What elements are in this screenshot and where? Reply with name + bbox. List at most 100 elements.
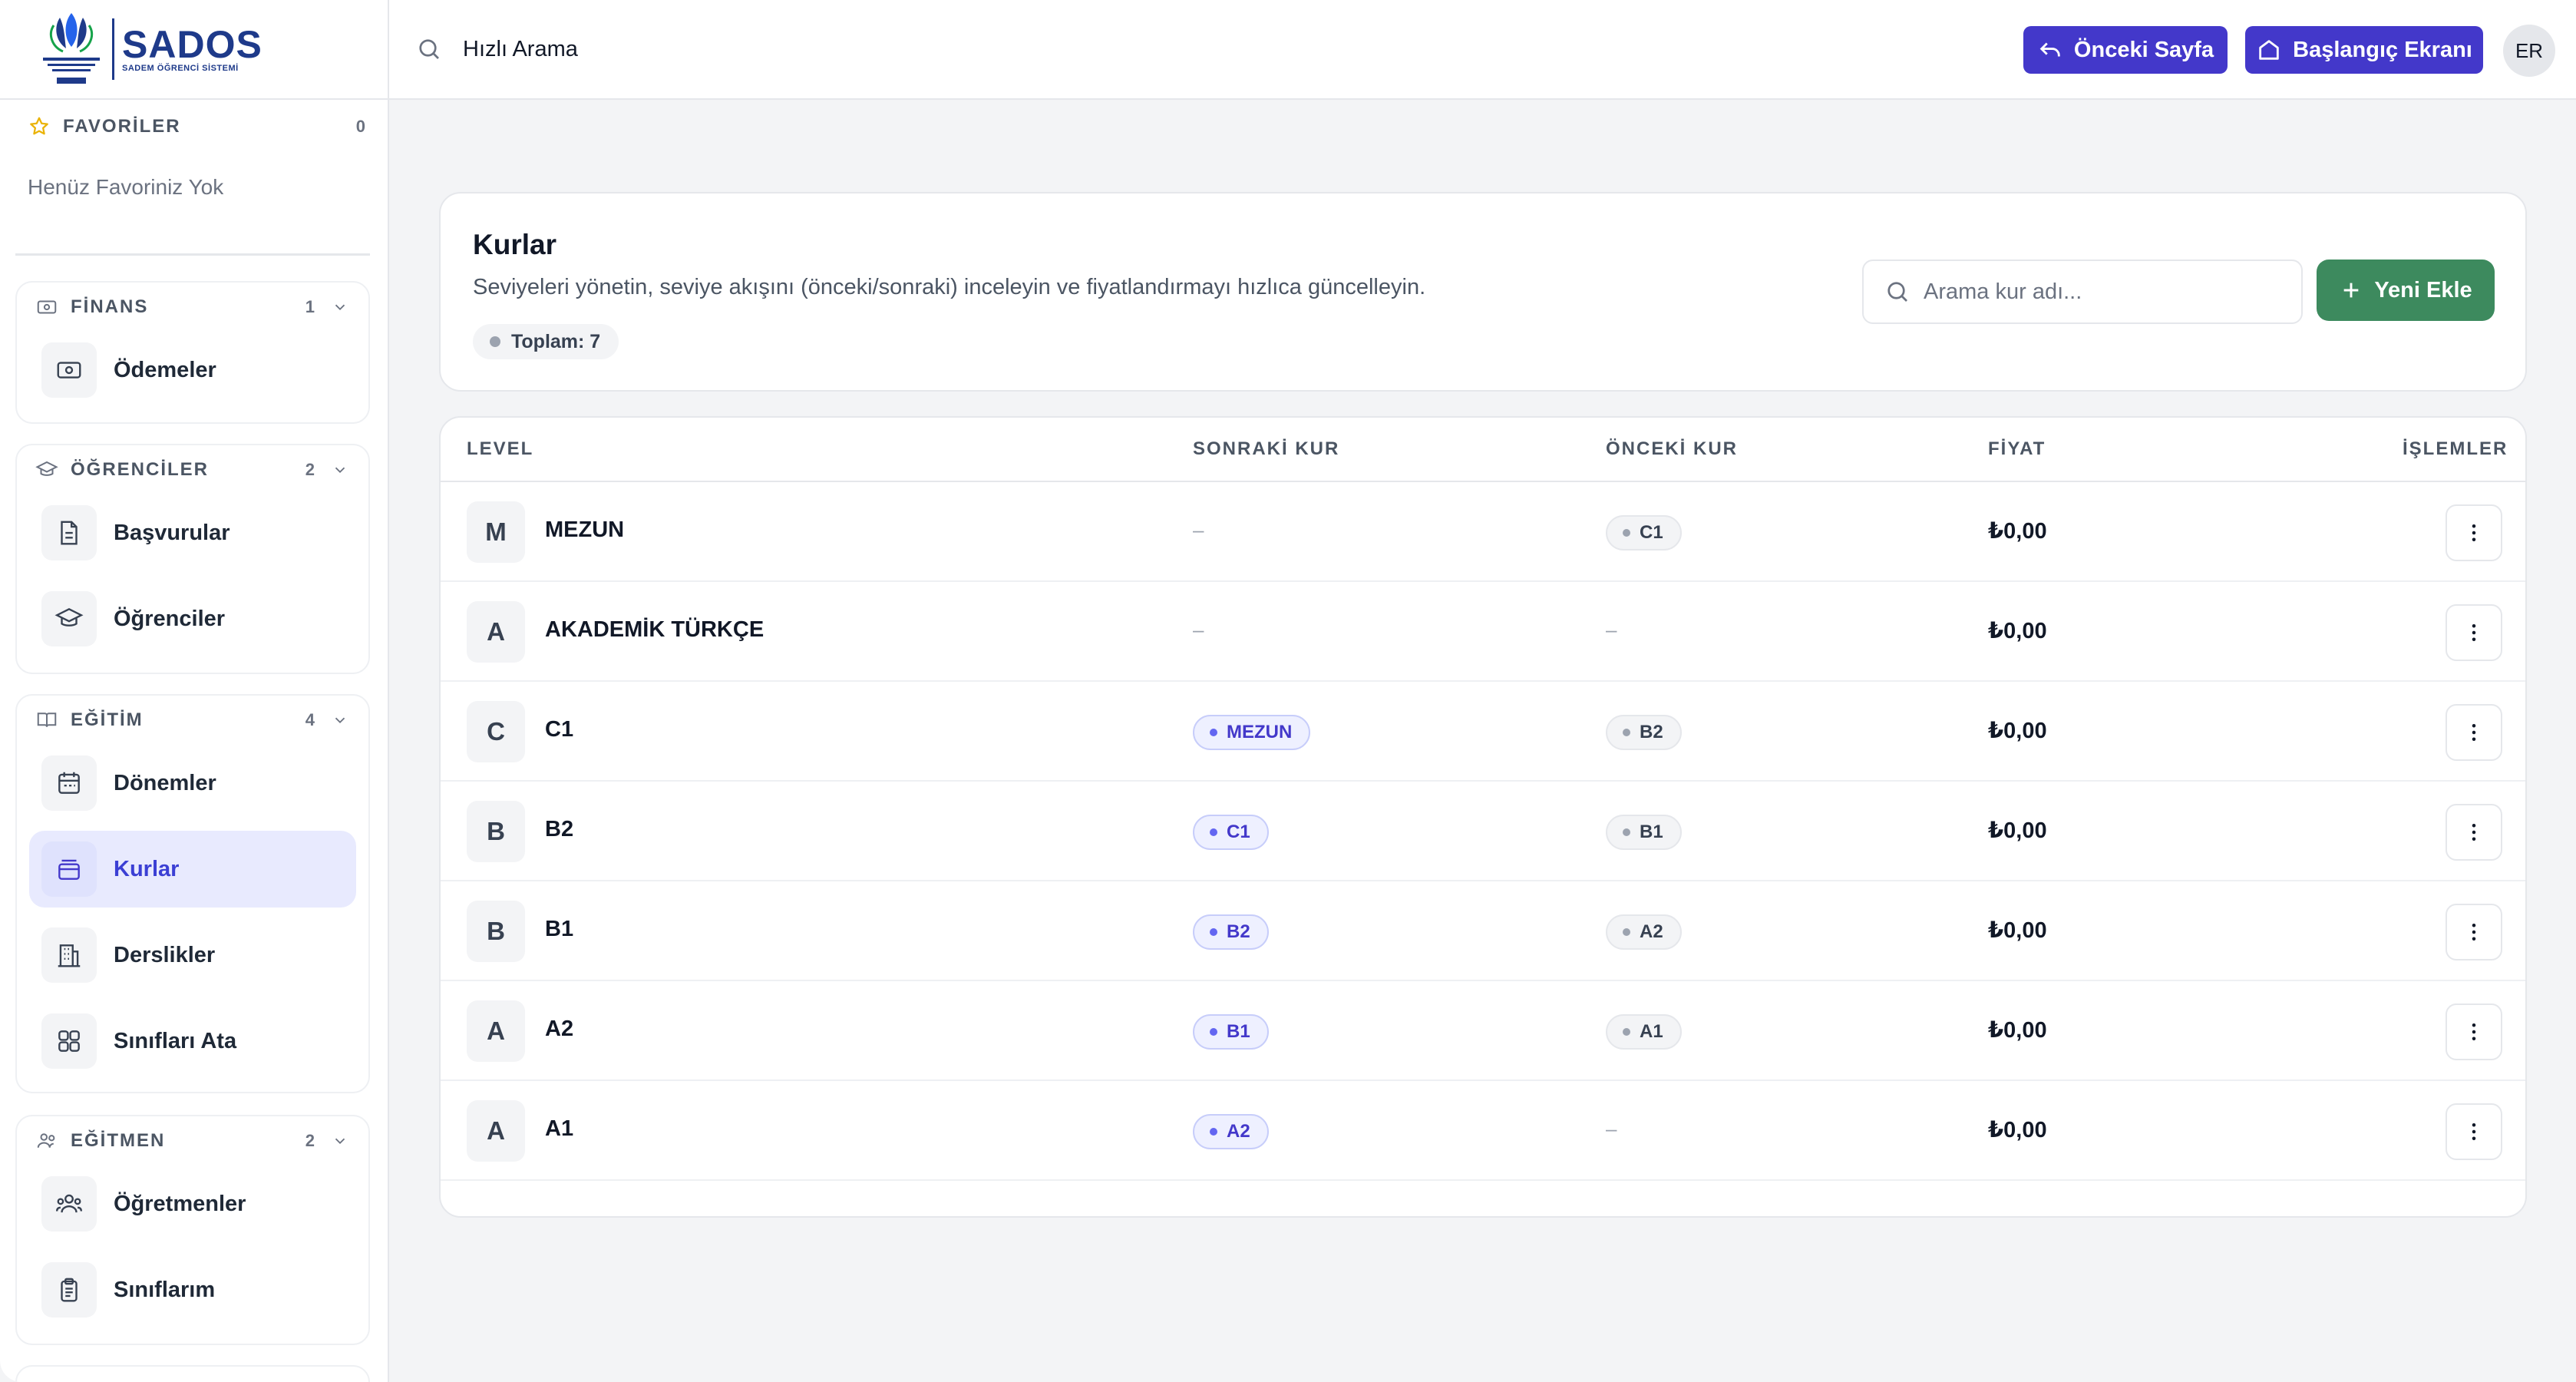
table-row[interactable]: C C1 MEZUN B2 ₺0,00 — [441, 682, 2525, 782]
sidebar-item-siniflari-ata[interactable]: Sınıfları Ata — [29, 1003, 356, 1079]
next-course-badge: MEZUN — [1193, 715, 1311, 750]
sidebar-item-odemeler[interactable]: Ödemeler — [29, 332, 356, 408]
grid-icon — [58, 1030, 80, 1052]
star-icon — [30, 117, 48, 135]
sidebar-item-ogretmenler[interactable]: Öğretmenler — [29, 1165, 356, 1242]
sidebar-group-ogrenciler: ÖĞRENCİLER 2 Başvurular Öğrenciler — [15, 444, 370, 674]
building-icon — [58, 944, 81, 967]
page-title: Kurlar — [473, 229, 556, 260]
empty-marker: – — [1193, 518, 1204, 541]
table-row[interactable]: A A2 B1 A1 ₺0,00 — [441, 981, 2525, 1081]
total-count-badge: Toplam: 7 — [473, 324, 619, 359]
prev-course-cell: B2 — [1606, 715, 1682, 750]
more-vertical-icon — [2472, 624, 2476, 641]
table-row[interactable]: M MEZUN – C1 ₺0,00 — [441, 482, 2525, 582]
column-header-next[interactable]: SONRAKİ KUR — [1193, 438, 1339, 460]
sidebar-item-derslikler[interactable]: Derslikler — [29, 917, 356, 994]
logo[interactable]: SADOS SADEM ÖĞRENCİ SİSTEMİ — [0, 0, 388, 100]
level-name: B2 — [545, 817, 574, 841]
sidebar-item-label: Başvurular — [114, 520, 230, 545]
search-icon[interactable] — [415, 35, 443, 63]
badge-dot — [1210, 828, 1217, 836]
group-header-finans[interactable]: FİNANS 1 — [17, 283, 368, 332]
level-initial-avatar: A — [467, 1000, 525, 1062]
badge-dot — [1210, 729, 1217, 736]
sidebar-item-siniflarim[interactable]: Sınıflarım — [29, 1251, 356, 1328]
clipboard-icon — [61, 1278, 78, 1302]
sidebar-item-kurlar[interactable]: Kurlar — [29, 831, 356, 908]
search-icon — [1887, 282, 1907, 302]
row-actions-button[interactable] — [2446, 1003, 2502, 1060]
table-row[interactable]: B B2 C1 B1 ₺0,00 — [441, 782, 2525, 881]
group-header-egitmen[interactable]: EĞİTMEN 2 — [17, 1116, 368, 1165]
row-actions-button[interactable] — [2446, 904, 2502, 960]
prev-course-label: B1 — [1640, 822, 1663, 842]
previous-page-button[interactable]: Önceki Sayfa — [2023, 26, 2228, 74]
table-row[interactable]: A AKADEMİK TÜRKÇE – – ₺0,00 — [441, 582, 2525, 682]
row-actions-button[interactable] — [2446, 604, 2502, 661]
next-course-label: B2 — [1227, 921, 1250, 942]
layers-icon — [58, 859, 80, 880]
next-course-label: B1 — [1227, 1021, 1250, 1042]
logo-emblem-icon — [37, 7, 106, 91]
group-header-egitim[interactable]: EĞİTİM 4 — [17, 696, 368, 745]
badge-dot — [1623, 828, 1630, 836]
prev-course-label: A2 — [1640, 921, 1663, 942]
row-actions-button[interactable] — [2446, 504, 2502, 561]
sidebar-item-ogrenciler[interactable]: Öğrenciler — [29, 580, 356, 657]
level-initial-avatar: A — [467, 601, 525, 663]
more-vertical-icon — [2472, 724, 2476, 741]
row-actions-button[interactable] — [2446, 1103, 2502, 1160]
badge-dot — [1210, 1028, 1217, 1036]
level-name: A2 — [545, 1017, 574, 1041]
row-actions-button[interactable] — [2446, 804, 2502, 861]
price-cell: ₺0,00 — [1988, 519, 2047, 544]
quick-search-input[interactable]: Hızlı Arama — [463, 37, 578, 62]
price-cell: ₺0,00 — [1988, 918, 2047, 943]
course-search-field[interactable] — [1862, 260, 2303, 324]
sidebar-group-egitim: EĞİTİM 4 Dönemler Kurlar Derslikler Sını… — [15, 694, 370, 1093]
add-new-label: Yeni Ekle — [2374, 277, 2472, 303]
next-course-cell: MEZUN — [1193, 715, 1311, 750]
badge-dot — [1210, 1128, 1217, 1136]
book-open-icon — [37, 712, 57, 727]
group-label: FİNANS — [71, 296, 149, 317]
course-search-input[interactable] — [1924, 279, 2277, 305]
logo-text: SADOS SADEM ÖĞRENCİ SİSTEMİ — [122, 25, 263, 73]
badge-dot — [1623, 928, 1630, 936]
favorites-header: FAVORİLER 0 — [28, 115, 365, 138]
table-row[interactable]: B B1 B2 A2 ₺0,00 — [441, 881, 2525, 981]
group-header-ogrenciler[interactable]: ÖĞRENCİLER 2 — [17, 445, 368, 494]
sidebar: SADOS SADEM ÖĞRENCİ SİSTEMİ FAVORİLER 0 … — [0, 0, 389, 1382]
sidebar-item-basvurular[interactable]: Başvurular — [29, 494, 356, 571]
more-vertical-icon — [2472, 1123, 2476, 1140]
empty-marker: – — [1606, 1117, 1617, 1140]
home-icon — [2259, 40, 2279, 60]
level-initial-avatar: B — [467, 801, 525, 862]
more-vertical-icon — [2472, 924, 2476, 941]
sidebar-item-label: Öğretmenler — [114, 1191, 246, 1216]
group-label: EĞİTMEN — [71, 1130, 166, 1151]
more-vertical-icon — [2472, 1023, 2476, 1040]
home-screen-button[interactable]: Başlangıç Ekranı — [2245, 26, 2483, 74]
column-header-price[interactable]: FİYAT — [1988, 438, 2046, 460]
undo-arrow-icon — [2039, 42, 2060, 57]
column-header-level[interactable]: LEVEL — [467, 438, 533, 460]
sidebar-item-donemler[interactable]: Dönemler — [29, 745, 356, 822]
prev-course-badge: C1 — [1606, 515, 1682, 550]
row-actions-button[interactable] — [2446, 704, 2502, 761]
avatar[interactable]: ER — [2503, 25, 2555, 77]
empty-marker: – — [1606, 618, 1617, 641]
sidebar-item-label: Sınıfları Ata — [114, 1028, 237, 1053]
divider — [15, 253, 370, 256]
sidebar-group-more — [15, 1365, 370, 1382]
group-count: 2 — [305, 1131, 315, 1150]
topbar: Hızlı Arama Önceki Sayfa Başlangıç Ekran… — [389, 0, 2576, 100]
level-initial-avatar: M — [467, 501, 525, 563]
table-row[interactable]: A A1 A2 – ₺0,00 — [441, 1081, 2525, 1181]
sidebar-item-label: Sınıflarım — [114, 1277, 216, 1302]
calendar-icon — [58, 772, 80, 794]
next-course-label: MEZUN — [1227, 722, 1293, 742]
add-new-button[interactable]: Yeni Ekle — [2317, 260, 2495, 321]
column-header-prev[interactable]: ÖNCEKİ KUR — [1606, 438, 1738, 460]
